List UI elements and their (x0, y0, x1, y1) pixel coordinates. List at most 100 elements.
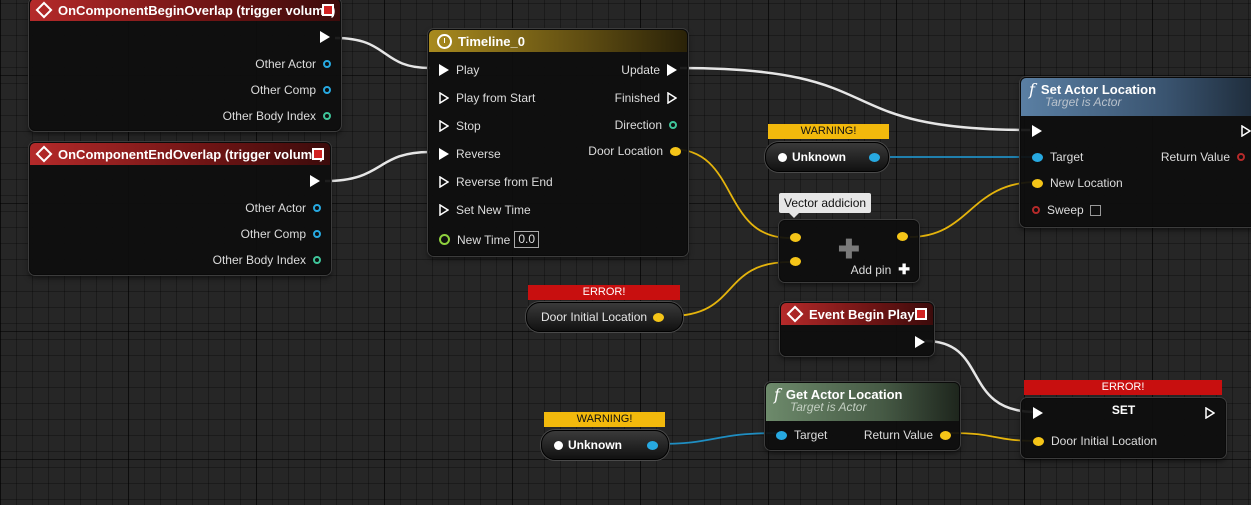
pin-label: Door Initial Location (1051, 434, 1158, 448)
node-header: Timeline_0 (429, 30, 687, 52)
variable-unknown-2[interactable]: Unknown (541, 430, 669, 460)
event-diamond-icon (35, 1, 53, 19)
white-dot-icon (778, 152, 787, 162)
vector-add-tooltip: Vector addicion (779, 193, 872, 218)
vector-pin-icon (1032, 178, 1043, 188)
function-icon: f (1029, 80, 1035, 99)
error-banner: ERROR! (1024, 380, 1222, 395)
pin-play[interactable]: Play (439, 63, 479, 77)
pin-label: Return Value (1160, 150, 1230, 164)
pin-set-new-time[interactable]: Set New Time (439, 203, 531, 217)
warning-banner: WARNING! (544, 412, 665, 427)
node-subtitle: Target is Actor (1045, 95, 1122, 109)
pin-return-value[interactable]: Return Value (1161, 150, 1245, 164)
pin-update[interactable]: Update (621, 63, 677, 77)
pin-vector-result[interactable] (897, 232, 908, 241)
new-time-input[interactable]: 0.0 (514, 231, 540, 248)
pin-new-location[interactable]: New Location (1032, 176, 1123, 190)
node-event-begin-play[interactable]: Event Begin Play (780, 302, 934, 356)
wire-vector-add-to-new-location (909, 181, 1038, 238)
node-header: Event Begin Play (781, 303, 933, 325)
exec-arrow-icon (310, 175, 320, 187)
pin-reverse[interactable]: Reverse (439, 147, 501, 161)
node-set-actor-location[interactable]: f Set Actor Location Target is Actor Targ… (1020, 77, 1251, 227)
exec-out-pin[interactable] (320, 31, 330, 43)
plus-icon: ✚ (898, 261, 910, 277)
node-begin-overlap[interactable]: OnComponentBeginOverlap (trigger volume)… (29, 0, 341, 131)
sweep-checkbox[interactable] (1089, 204, 1101, 216)
exec-in-pin[interactable] (1032, 125, 1042, 137)
exec-in-pin[interactable] (1033, 407, 1043, 419)
wire-exec-update-to-set-location (679, 66, 1031, 132)
node-end-overlap[interactable]: OnComponentEndOverlap (trigger volume) O… (29, 142, 331, 275)
pin-label: Reverse (456, 147, 501, 161)
pin-other-actor[interactable]: Other Actor (255, 57, 331, 71)
pin-target[interactable]: Target (1032, 150, 1083, 164)
pin-reverse-from-end[interactable]: Reverse from End (439, 175, 553, 189)
pin-vector-a[interactable] (790, 233, 801, 242)
pin-label: Other Body Index (212, 253, 306, 267)
pin-other-comp[interactable]: Other Comp (241, 227, 321, 241)
node-title: SET (1111, 403, 1136, 417)
node-timeline[interactable]: Timeline_0 Play Play from Start Stop Rev… (428, 29, 688, 256)
pin-label: Sweep (1047, 203, 1084, 217)
pin-label: Target (794, 428, 828, 442)
vector-pin-icon (1033, 436, 1044, 446)
exec-out-pin[interactable] (1205, 407, 1215, 419)
pin-door-initial-location[interactable]: Door Initial Location (1033, 434, 1157, 448)
red-square-icon (915, 308, 927, 320)
pin-label: Direction (614, 118, 662, 132)
node-get-actor-location[interactable]: f Get Actor Location Target is Actor Targ… (765, 382, 960, 450)
vector-pin-icon (790, 257, 801, 266)
vector-pin-icon (653, 312, 665, 322)
pin-other-body-index[interactable]: Other Body Index (213, 253, 321, 267)
red-square-icon (312, 148, 324, 160)
node-header: OnComponentBeginOverlap (trigger volume) (30, 0, 340, 21)
exec-arrow-icon (439, 64, 449, 76)
pin-other-body-index[interactable]: Other Body Index (223, 109, 331, 123)
pin-new-time[interactable]: New Time 0.0 (439, 231, 540, 248)
pin-other-actor[interactable]: Other Actor (245, 201, 321, 215)
pin-other-comp[interactable]: Other Comp (251, 83, 331, 97)
pin-label: Stop (456, 119, 481, 133)
exec-out-pin[interactable] (310, 175, 320, 187)
pin-sweep[interactable]: Sweep (1032, 203, 1101, 217)
pin-direction[interactable]: Direction (615, 118, 677, 132)
pin-target[interactable]: Target (776, 428, 827, 442)
node-set-door-initial-location[interactable]: SET Door Initial Location (1021, 398, 1226, 458)
wire-exec-begin-to-play (334, 36, 431, 70)
enum-pin-icon (669, 121, 677, 129)
exec-out-pin[interactable] (915, 336, 925, 348)
node-header: OnComponentEndOverlap (trigger volume) (30, 143, 330, 165)
bool-pin-icon (1032, 206, 1040, 214)
variable-unknown-1[interactable]: Unknown (765, 142, 889, 172)
add-pin-button[interactable]: Add pin ✚ (851, 261, 910, 278)
pin-vector-b[interactable] (790, 257, 801, 266)
node-header: f Get Actor Location Target is Actor (766, 383, 959, 421)
object-pin-icon (776, 430, 787, 440)
exec-arrow-icon (1032, 125, 1042, 137)
float-pin-icon (439, 234, 450, 245)
pin-return-value[interactable]: Return Value (864, 428, 951, 442)
object-pin-icon (647, 440, 658, 450)
int-pin-icon (323, 112, 331, 120)
exec-arrow-icon (439, 148, 449, 160)
pin-door-location[interactable]: Door Location (588, 144, 681, 158)
exec-outline-icon (439, 92, 449, 104)
object-pin-icon (323, 86, 331, 94)
exec-out-pin[interactable] (1241, 125, 1251, 137)
int-pin-icon (313, 256, 321, 264)
exec-outline-icon (439, 120, 449, 132)
pin-label: Other Comp (250, 83, 316, 97)
function-icon: f (774, 385, 780, 404)
wire-exec-end-to-reverse (324, 150, 431, 183)
variable-door-initial-location[interactable]: Door Initial Location (526, 302, 683, 332)
object-pin-icon (1032, 152, 1043, 162)
pin-finished[interactable]: Finished (615, 91, 677, 105)
object-pin-icon (313, 230, 321, 238)
event-diamond-icon (786, 305, 804, 323)
pin-label: Target (1050, 150, 1084, 164)
pin-stop[interactable]: Stop (439, 119, 481, 133)
pin-play-from-start[interactable]: Play from Start (439, 91, 535, 105)
node-vector-add[interactable]: ✚ Add pin ✚ (779, 220, 919, 282)
